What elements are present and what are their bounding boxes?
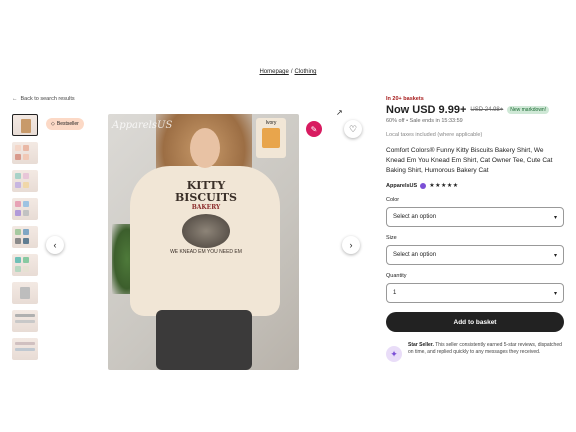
chevron-down-icon: ▾ bbox=[553, 290, 557, 297]
quantity-select[interactable]: 1 ▾ bbox=[386, 283, 564, 304]
favorite-button[interactable]: ♡ bbox=[344, 120, 362, 138]
thumbnail-3[interactable] bbox=[12, 170, 38, 192]
star-seller-badge-icon bbox=[420, 182, 427, 189]
sale-text: 60% off • Sale ends in 15:33:59 bbox=[386, 118, 463, 124]
star-seller-text: Star Seller. This seller consistently ea… bbox=[408, 342, 564, 362]
size-select-value: Select an option bbox=[393, 252, 437, 259]
thumbnail-8[interactable] bbox=[12, 310, 38, 332]
thumbnail-1[interactable] bbox=[12, 114, 38, 136]
main-product-image[interactable]: KITTY BISCUITS BAKERY WE KNEAD EM YOU NE… bbox=[108, 114, 299, 370]
pencil-icon: ✎ bbox=[310, 124, 318, 134]
cat-illustration bbox=[182, 214, 230, 248]
shirt-design-subtitle: BAKERY bbox=[191, 204, 221, 211]
back-link-label: Back to search results bbox=[20, 96, 75, 102]
thumbnail-4[interactable] bbox=[12, 198, 38, 220]
star-seller-info: ✦ Star Seller. This seller consistently … bbox=[386, 342, 564, 363]
chevron-down-icon: ▾ bbox=[553, 252, 557, 259]
back-to-search-link[interactable]: ← Back to search results bbox=[12, 96, 75, 102]
breadcrumb-separator: / bbox=[290, 69, 293, 75]
next-image-button[interactable]: › bbox=[342, 236, 360, 254]
previous-image-button[interactable]: ‹ bbox=[46, 236, 64, 254]
quantity-select-value: 1 bbox=[393, 290, 397, 297]
price-now: Now USD 9.99+ bbox=[386, 104, 467, 116]
thumbnail-strip bbox=[12, 114, 38, 366]
taxes-note: Local taxes included (where applicable) bbox=[386, 132, 483, 138]
star-seller-icon: ✦ bbox=[386, 346, 402, 363]
seller-row: ApparelsUS ★★★★★ bbox=[386, 182, 564, 189]
size-select[interactable]: Select an option ▾ bbox=[386, 245, 564, 266]
model-shorts bbox=[156, 310, 252, 370]
bestseller-label: Bestseller bbox=[56, 121, 79, 127]
product-title: Comfort Colors® Funny Kitty Biscuits Bak… bbox=[386, 147, 553, 175]
star-seller-title: Star Seller. bbox=[408, 342, 434, 349]
rating-stars[interactable]: ★★★★★ bbox=[429, 182, 458, 189]
thumbnail-9[interactable] bbox=[12, 338, 38, 360]
thumbnail-6[interactable] bbox=[12, 254, 38, 276]
chevron-right-icon: › bbox=[349, 240, 353, 250]
breadcrumb: Homepage / Clothing bbox=[0, 69, 576, 75]
color-select[interactable]: Select an option ▾ bbox=[386, 207, 564, 228]
color-tag-label: Ivory bbox=[265, 120, 277, 126]
shirt-design-title: KITTY BISCUITS bbox=[174, 179, 237, 204]
chevron-left-icon: ‹ bbox=[53, 240, 57, 250]
model-face bbox=[190, 128, 220, 168]
quantity-label: Quantity bbox=[386, 273, 407, 280]
arrow-left-icon: ← bbox=[12, 96, 18, 102]
chevron-down-icon: ▾ bbox=[553, 214, 557, 221]
shirt-design-tagline: WE KNEAD EM YOU NEED EM bbox=[170, 249, 242, 255]
markdown-badge: New markdown! bbox=[507, 106, 550, 114]
listing-details: In 20+ baskets Now USD 9.99+ USD 24.98+ … bbox=[386, 96, 564, 363]
bestseller-badge: ◇ Bestseller bbox=[46, 118, 84, 130]
add-to-basket-button[interactable]: Add to basket bbox=[386, 312, 564, 333]
breadcrumb-homepage[interactable]: Homepage bbox=[259, 69, 288, 75]
price-row: Now USD 9.99+ USD 24.98+ New markdown! bbox=[386, 104, 564, 116]
breadcrumb-clothing[interactable]: Clothing bbox=[295, 69, 317, 75]
in-baskets-text: In 20+ baskets bbox=[386, 96, 424, 102]
color-swatch-tag: Ivory bbox=[256, 118, 286, 158]
size-label: Size bbox=[386, 235, 397, 242]
thumbnail-5[interactable] bbox=[12, 226, 38, 248]
color-select-value: Select an option bbox=[393, 214, 437, 221]
color-tag-image bbox=[262, 128, 280, 148]
cursor-icon: ↗ bbox=[336, 108, 343, 117]
thumbnail-2[interactable] bbox=[12, 142, 38, 164]
edit-button[interactable]: ✎ bbox=[306, 121, 322, 137]
thumbnail-7[interactable] bbox=[12, 282, 38, 304]
color-label: Color bbox=[386, 197, 400, 204]
award-icon: ◇ bbox=[51, 121, 55, 127]
watermark: ApparelsUS bbox=[112, 120, 173, 131]
price-old: USD 24.98+ bbox=[470, 107, 504, 113]
heart-icon: ♡ bbox=[348, 123, 358, 134]
seller-name[interactable]: ApparelsUS bbox=[386, 183, 417, 189]
